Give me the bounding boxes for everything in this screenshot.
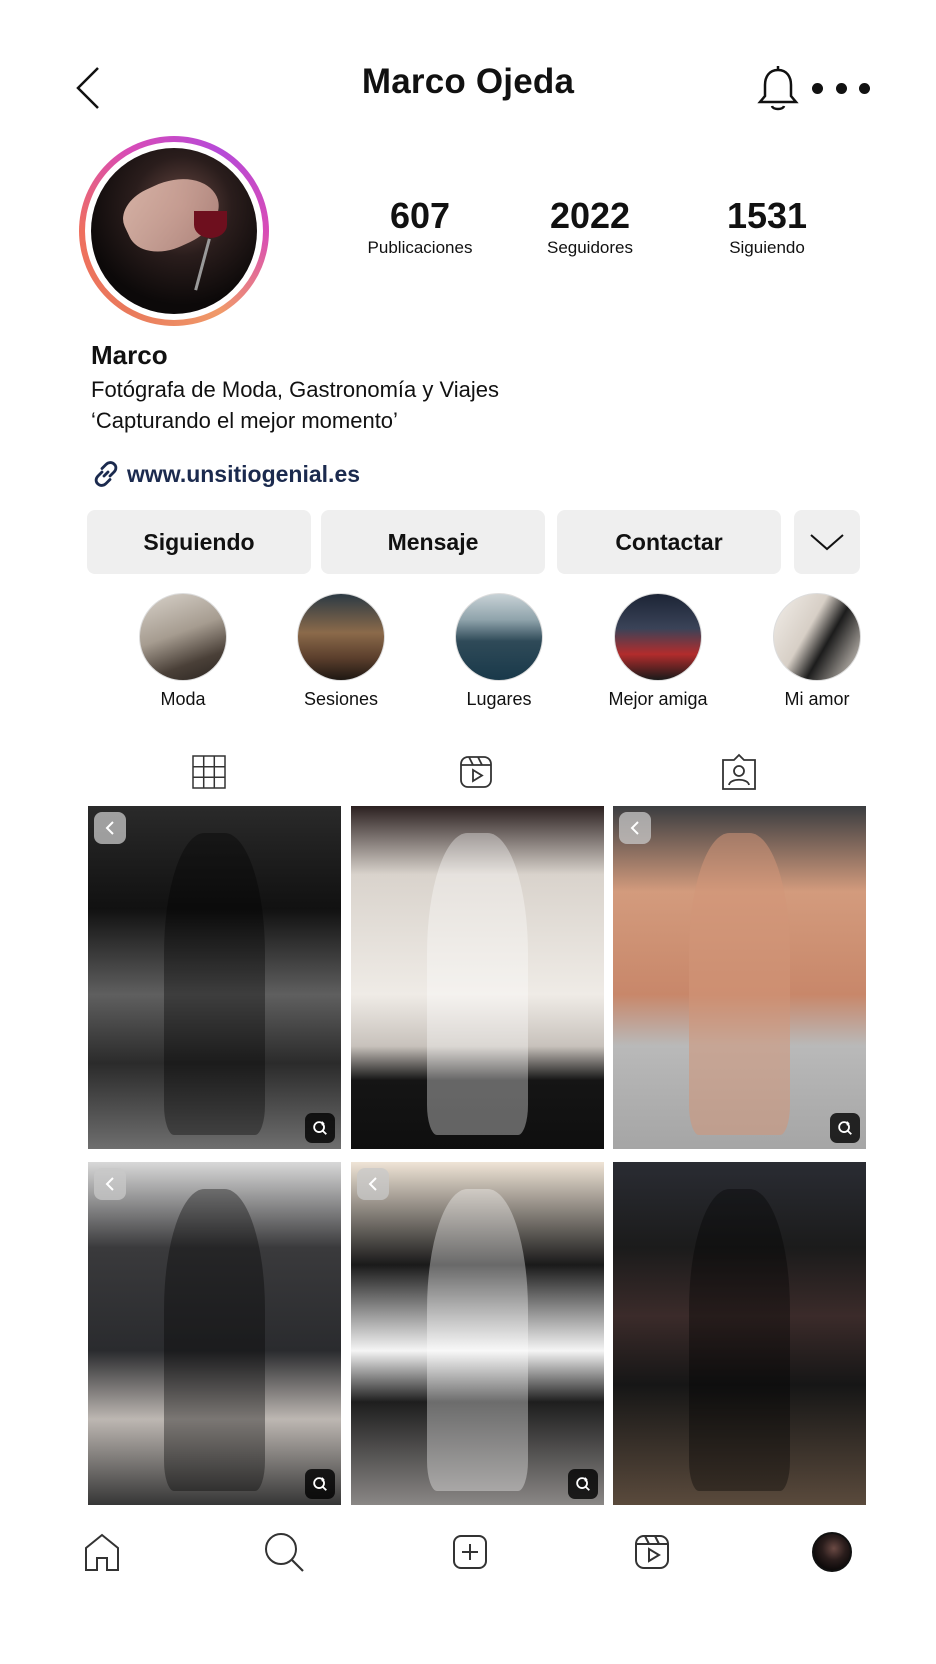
highlight-label: Lugares (466, 689, 532, 709)
reels-icon[interactable] (630, 1530, 674, 1574)
bio-line-2: ‘Capturando el mejor momento’ (91, 408, 398, 433)
more-options-icon[interactable] (812, 78, 870, 98)
highlight-label: Mejor amiga (608, 689, 708, 709)
tagged-person-icon (722, 753, 756, 790)
posts-count: 607 (389, 195, 451, 236)
tab-reels[interactable] (456, 752, 496, 792)
search-icon[interactable] (262, 1530, 306, 1574)
chevron-left-icon (94, 1168, 126, 1200)
post-thumbnail[interactable] (613, 1162, 866, 1505)
grid-icon (192, 755, 226, 789)
followers-count: 2022 (549, 195, 631, 236)
profile-display-name: Marco (91, 340, 168, 370)
tab-posts-grid[interactable] (189, 752, 229, 792)
search-refresh-icon (830, 1113, 860, 1143)
search-refresh-icon (305, 1469, 335, 1499)
dot-icon (859, 82, 870, 94)
bell-icon[interactable] (756, 64, 800, 114)
following-button[interactable]: Siguiendo (87, 510, 311, 574)
profile-stats: 607 Publicaciones 2022 Seguidores 1531 S… (340, 196, 860, 266)
highlight-label: Moda (160, 689, 206, 709)
following-count: 1531 (726, 195, 808, 236)
story-highlights: Moda Sesiones Lugares Mejor amiga Mi amo… (100, 593, 861, 710)
highlight-cover (614, 593, 702, 681)
suggested-accounts-button[interactable] (794, 510, 860, 574)
highlight-item[interactable]: Mi amor (752, 593, 882, 710)
dot-icon (812, 82, 823, 94)
reels-icon (460, 756, 492, 788)
stat-posts[interactable]: 607 Publicaciones (340, 196, 500, 258)
create-post-icon[interactable] (448, 1530, 492, 1574)
profile-content-tabs (87, 752, 861, 792)
bio-line-1: Fotógrafa de Moda, Gastronomía y Viajes (91, 377, 500, 402)
profile-avatar-story-ring[interactable] (79, 136, 269, 326)
search-refresh-icon (305, 1113, 335, 1143)
highlight-cover (297, 593, 385, 681)
link-icon (94, 461, 118, 487)
posts-label: Publicaciones (367, 238, 473, 257)
highlight-item[interactable]: Lugares (434, 593, 564, 710)
profile-website-link[interactable]: www.unsitiogenial.es (91, 458, 360, 490)
home-icon[interactable] (80, 1530, 124, 1574)
top-bar: Marco Ojeda (0, 50, 936, 120)
post-thumbnail[interactable] (88, 806, 341, 1149)
bottom-navigation-bar (0, 1530, 936, 1590)
highlight-cover (139, 593, 227, 681)
message-button[interactable]: Mensaje (321, 510, 545, 574)
chevron-left-icon (357, 1168, 389, 1200)
highlight-item[interactable]: Sesiones (276, 593, 406, 710)
highlight-cover (773, 593, 861, 681)
post-thumbnail[interactable] (351, 806, 604, 1149)
stat-followers[interactable]: 2022 Seguidores (515, 196, 665, 258)
post-thumbnail[interactable] (351, 1162, 604, 1505)
profile-avatar (91, 148, 257, 314)
profile-avatar-tab[interactable] (812, 1532, 852, 1572)
search-refresh-icon (568, 1469, 598, 1499)
chevron-left-icon (619, 812, 651, 844)
post-thumbnail[interactable] (613, 806, 866, 1149)
website-url: www.unsitiogenial.es (127, 460, 361, 487)
dot-icon (835, 82, 847, 94)
contact-button[interactable]: Contactar (557, 510, 781, 574)
post-thumbnail[interactable] (88, 1162, 341, 1505)
chevron-down-icon (810, 534, 844, 551)
highlight-item[interactable]: Mejor amiga (593, 593, 723, 710)
tab-tagged[interactable] (719, 752, 759, 792)
chevron-left-icon (94, 812, 126, 844)
following-label: Siguiendo (729, 238, 805, 257)
stat-following[interactable]: 1531 Siguiendo (692, 196, 842, 258)
highlight-label: Mi amor (784, 689, 850, 709)
highlight-item[interactable]: Moda (118, 593, 248, 710)
followers-label: Seguidores (546, 238, 633, 257)
highlight-label: Sesiones (303, 689, 379, 709)
highlight-cover (455, 593, 543, 681)
